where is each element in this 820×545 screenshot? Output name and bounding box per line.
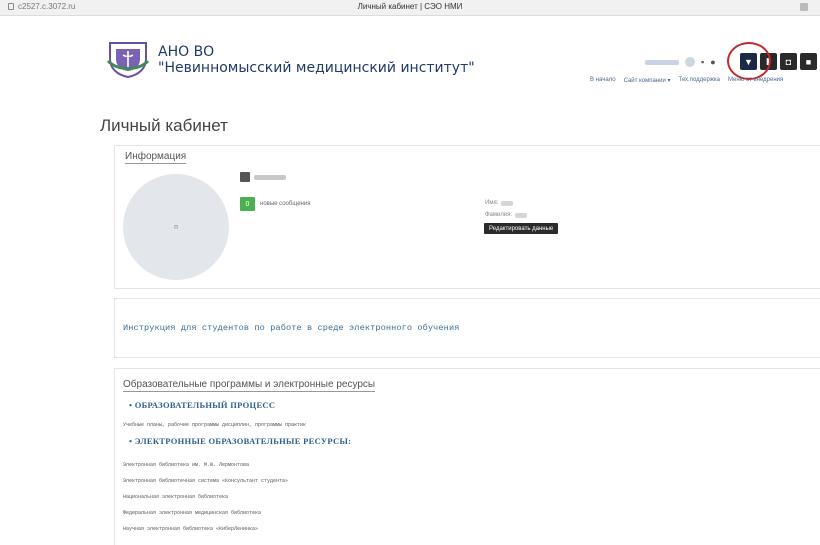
user-row — [240, 172, 286, 182]
federal-medical-library-link[interactable]: Федеральная электронная медицинская библ… — [123, 510, 261, 516]
user-name-redacted — [254, 174, 286, 180]
screen-icon[interactable]: ■ — [800, 53, 817, 70]
name-value-redacted — [501, 200, 514, 206]
messages-count-badge[interactable]: 0 — [240, 197, 255, 211]
messages-row[interactable]: 0 новые сообщения — [240, 197, 310, 211]
name-field: Имя: — [485, 200, 514, 206]
surname-value-redacted — [515, 212, 528, 218]
lermontov-library-link[interactable]: Электронная библиотека им. М.Ю. Лермонто… — [123, 462, 249, 468]
info-card: Информация п 0 новые сообщения Имя: Фами… — [114, 145, 820, 289]
site-header: АНО ВО "Невинномысский медицинский инсти… — [0, 17, 820, 97]
nav-support[interactable]: Тех.поддержка — [679, 77, 720, 84]
page-title: Личный кабинет — [100, 116, 228, 135]
bell-icon[interactable]: ● — [710, 57, 715, 67]
top-navigation: В начало Сайт компании ▾ Тех.поддержка М… — [590, 77, 783, 84]
education-card: Образовательные программы и электронные … — [114, 368, 820, 545]
tab-title: Личный кабинет | СЭО НМИ — [357, 2, 463, 11]
messages-label: новые сообщения — [260, 201, 311, 207]
educational-process-section[interactable]: • ОБРАЗОВАТЕЛЬНЫЙ ПРОЦЕСС — [129, 400, 275, 410]
chat-icon[interactable]: ▪ — [701, 57, 704, 67]
user-avatar-small[interactable] — [685, 57, 695, 67]
student-instructions-link[interactable]: Инструкция для студентов по работе в сре… — [123, 323, 459, 333]
cyberleninka-link[interactable]: Научная электронная библиотека «КиберЛен… — [123, 526, 258, 532]
browser-bar: c2527.c.3072.ru Личный кабинет | СЭО НМИ — [0, 0, 820, 16]
extension-icon[interactable] — [800, 3, 808, 11]
name-label: Имя: — [485, 200, 499, 206]
users-icon[interactable]: ◘ — [780, 53, 797, 70]
user-menu: ▪ ● — [645, 57, 716, 67]
institute-logo-icon — [106, 42, 150, 79]
surname-label: Фамилия: — [485, 212, 513, 218]
education-heading: Образовательные программы и электронные … — [123, 379, 376, 392]
highlight-circle — [727, 42, 771, 80]
nav-home[interactable]: В начало — [590, 77, 616, 84]
info-heading: Информация — [125, 151, 187, 164]
instructions-card: Инструкция для студентов по работе в сре… — [114, 298, 820, 358]
edit-data-button[interactable]: Редактировать данные — [484, 223, 559, 234]
user-icon — [240, 172, 250, 182]
nav-company-site[interactable]: Сайт компании ▾ — [624, 77, 671, 84]
national-library-link[interactable]: Национальная электронная библиотека — [123, 494, 228, 500]
avatar: п — [123, 174, 229, 280]
institute-name: "Невинномысский медицинский институт" — [158, 60, 475, 76]
nav-implementation-menu[interactable]: Меню от внедрения — [728, 77, 783, 84]
org-name: АНО ВО — [158, 44, 215, 60]
surname-field: Фамилия: — [485, 212, 528, 218]
user-name-redacted — [645, 59, 679, 65]
student-consultant-link[interactable]: Электронная библиотечная система «Консул… — [123, 478, 288, 484]
curricula-link[interactable]: Учебные планы, рабочие программы дисципл… — [123, 422, 306, 428]
avatar-placeholder: п — [174, 223, 178, 231]
electronic-resources-section[interactable]: • ЭЛЕКТРОННЫЕ ОБРАЗОВАТЕЛЬНЫЕ РЕСУРСЫ: — [129, 436, 351, 446]
